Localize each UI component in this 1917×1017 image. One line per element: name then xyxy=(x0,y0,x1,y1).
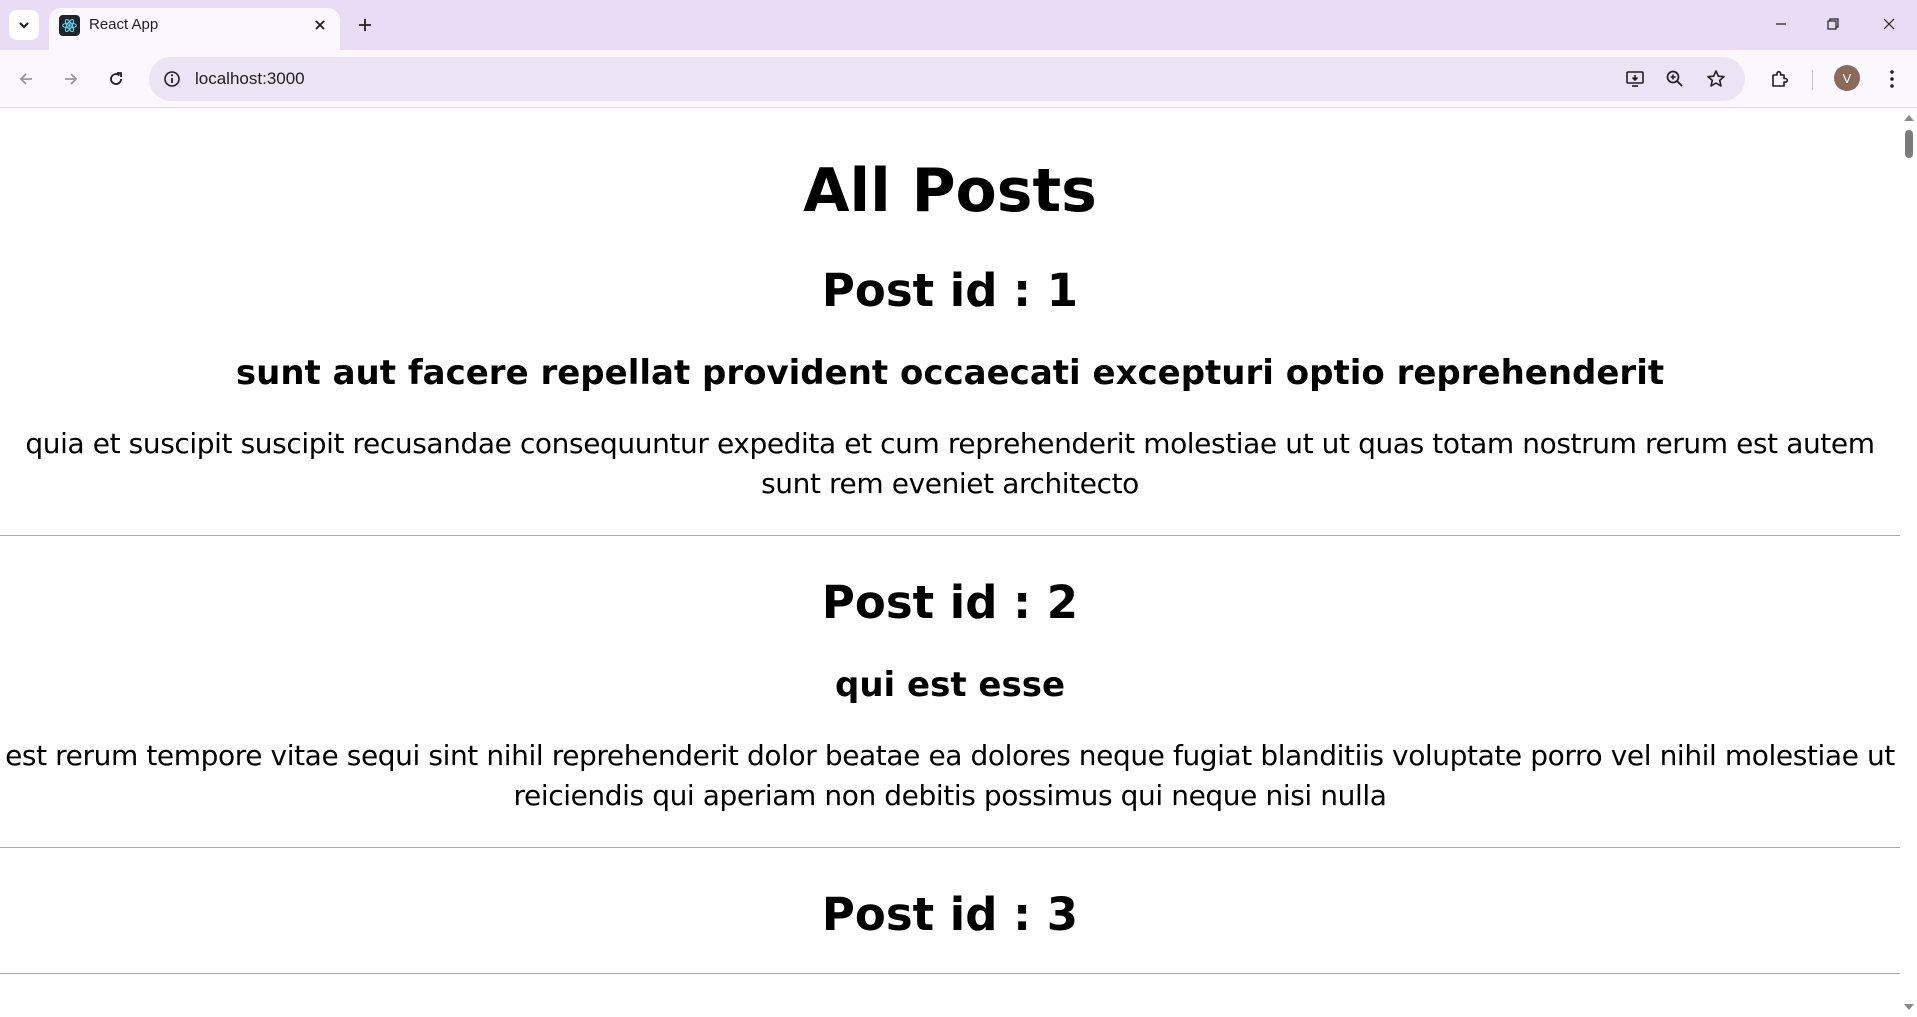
reload-button[interactable] xyxy=(99,62,133,96)
reload-icon xyxy=(110,72,122,85)
tab-title: React App xyxy=(89,16,159,33)
plus-icon xyxy=(359,19,371,31)
post-id: Post id : 1 xyxy=(821,264,1079,317)
star-icon xyxy=(1707,70,1725,87)
close-icon xyxy=(315,20,325,30)
restore-icon xyxy=(1827,18,1839,30)
site-info-button[interactable] xyxy=(159,66,185,92)
arrow-left-icon xyxy=(19,73,32,85)
restore-button[interactable] xyxy=(1805,0,1861,48)
zoom-icon xyxy=(1666,70,1683,87)
browser-toolbar: localhost:3000 V xyxy=(0,50,1917,108)
close-icon xyxy=(1883,18,1895,30)
puzzle-icon xyxy=(1772,70,1789,87)
install-app-icon xyxy=(1626,71,1644,87)
scroll-up-arrow-icon[interactable] xyxy=(1904,115,1914,121)
new-tab-button[interactable] xyxy=(350,10,380,40)
minimize-button[interactable] xyxy=(1753,0,1809,48)
post-body: quia et suscipit suscipit recusandae con… xyxy=(25,426,1875,500)
post-item: Post id : 3 xyxy=(0,848,1900,974)
profile-avatar[interactable]: V xyxy=(1834,65,1860,91)
posts-page: All Posts Post id : 1 sunt aut facere re… xyxy=(0,108,1900,974)
address-bar[interactable]: localhost:3000 xyxy=(149,57,1745,101)
page-scrollbar[interactable] xyxy=(1900,108,1917,1017)
browser-menu-button[interactable] xyxy=(1875,62,1909,96)
forward-button[interactable] xyxy=(54,62,88,96)
minimize-icon xyxy=(1776,23,1786,25)
post-title: qui est esse xyxy=(834,664,1065,705)
post-body: est rerum tempore vitae sequi sint nihil… xyxy=(5,738,1895,812)
react-logo-icon xyxy=(59,15,80,36)
post-id: Post id : 3 xyxy=(821,887,1079,941)
back-button[interactable] xyxy=(9,62,43,96)
scroll-thumb[interactable] xyxy=(1905,130,1913,158)
post-item: Post id : 2 qui est esse est rerum tempo… xyxy=(0,536,1900,848)
install-app-button[interactable] xyxy=(1621,65,1649,93)
extensions-button[interactable] xyxy=(1763,62,1797,96)
post-title: sunt aut facere repellat provident occae… xyxy=(235,353,1665,393)
post-item: Post id : 1 sunt aut facere repellat pro… xyxy=(0,224,1900,536)
close-tab-button[interactable] xyxy=(309,14,331,36)
browser-tab[interactable]: React App xyxy=(49,8,340,50)
zoom-button[interactable] xyxy=(1661,65,1689,93)
bookmark-button[interactable] xyxy=(1702,65,1730,93)
page-title: All Posts xyxy=(803,156,1097,226)
chevron-down-icon xyxy=(19,22,29,29)
toolbar-divider xyxy=(1812,70,1813,90)
arrow-right-icon xyxy=(65,73,78,85)
tab-search-button[interactable] xyxy=(9,10,39,40)
info-icon xyxy=(164,71,180,87)
scroll-down-arrow-icon[interactable] xyxy=(1904,1004,1914,1010)
url-text[interactable]: localhost:3000 xyxy=(195,69,305,89)
kebab-menu-icon xyxy=(1890,70,1894,88)
close-window-button[interactable] xyxy=(1861,0,1917,48)
post-id: Post id : 2 xyxy=(821,575,1079,629)
tab-strip: React App xyxy=(0,0,1917,50)
page-viewport: All Posts Post id : 1 sunt aut facere re… xyxy=(0,108,1900,1017)
